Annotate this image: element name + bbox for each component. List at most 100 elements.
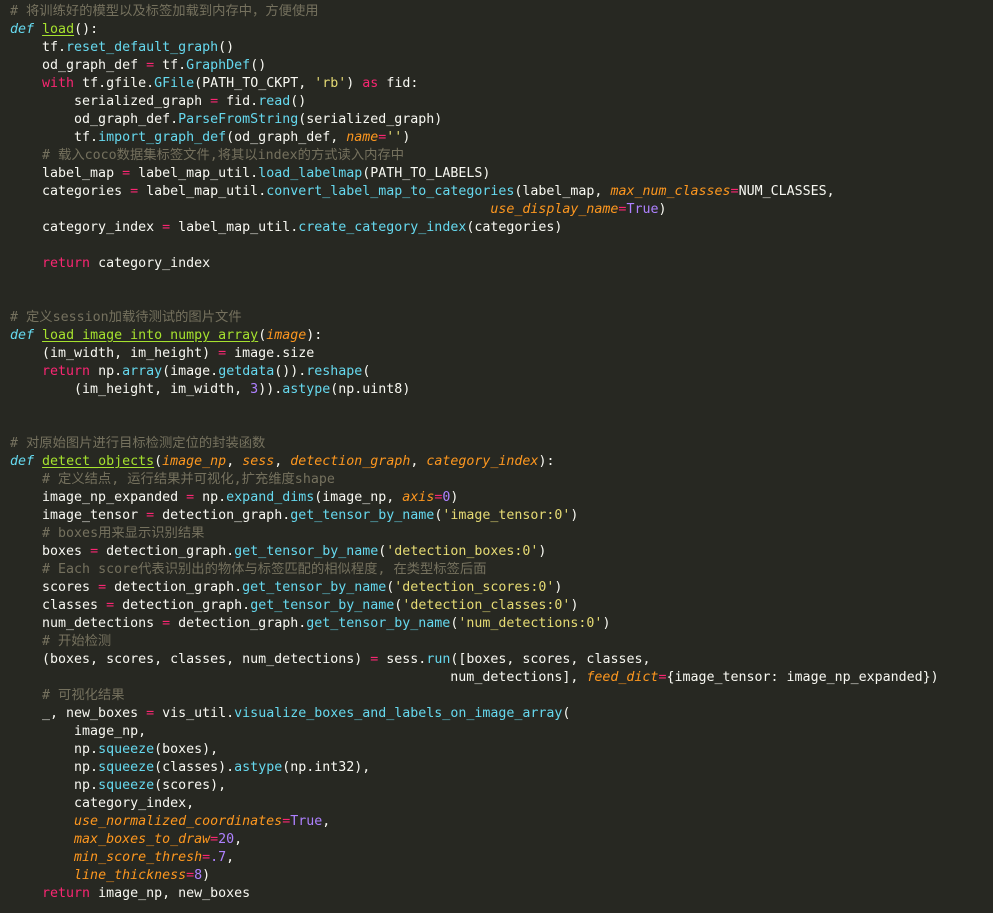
code-line[interactable]: num_detections], feed_dict={image_tensor… [10,669,993,687]
code-string: 'num_detections:0' [458,616,603,631]
code-line[interactable]: def load_image_into_numpy_array(image): [10,327,993,345]
code-line[interactable]: # 定义结点, 运行结果并可视化,扩充维度shape [10,471,993,489]
code-comment: # 定义session加载待测试的图片文件 [10,310,242,325]
code-area[interactable]: # 将训练好的模型以及标签加载到内存中，方便使用 def load(): tf.r… [10,3,993,903]
code-line[interactable] [10,291,993,309]
code-line[interactable]: _, new_boxes = vis_util.visualize_boxes_… [10,705,993,723]
code-method: load_labelmap [258,166,363,181]
code-method: run [426,652,451,667]
code-keyword: = [162,220,171,235]
code-line[interactable]: with tf.gfile.GFile(PATH_TO_CKPT, 'rb') … [10,75,993,93]
code-line[interactable] [10,273,993,291]
code-line[interactable]: # boxes用来显示识别结果 [10,525,993,543]
code-line[interactable]: return np.array(image.getdata()).reshape… [10,363,993,381]
code-text: od_graph_def. [10,112,179,127]
code-keyword: = [730,184,739,199]
code-line[interactable]: image_np_expanded = np.expand_dims(image… [10,489,993,507]
code-line[interactable]: # 将训练好的模型以及标签加载到内存中，方便使用 [10,3,993,21]
code-comment: # 可视化结果 [42,688,125,703]
code-line[interactable]: classes = detection_graph.get_tensor_by_… [10,597,993,615]
code-line[interactable]: (im_height, im_width, 3)).astype(np.uint… [10,381,993,399]
code-method: getdata [218,364,275,379]
code-keyword: = [210,832,219,847]
code-keyword: as [362,76,379,91]
code-line[interactable]: # 对原始图片进行目标检测定位的封装函数 [10,435,993,453]
code-parameter: image_np [162,454,227,469]
code-comment: # 对原始图片进行目标检测定位的封装函数 [10,436,266,451]
code-line[interactable]: boxes = detection_graph.get_tensor_by_na… [10,543,993,561]
code-keyword: = [122,166,131,181]
code-line[interactable]: tf.import_graph_def(od_graph_def, name='… [10,129,993,147]
code-line[interactable]: def load(): [10,21,993,39]
code-line[interactable]: # 开始检测 [10,633,993,651]
code-line[interactable]: use_display_name=True) [10,201,993,219]
code-text: , [226,454,243,469]
code-text: (scores), [154,778,227,793]
code-editor[interactable]: # 将训练好的模型以及标签加载到内存中，方便使用 def load(): tf.r… [0,0,993,913]
code-line[interactable]: return image_np, new_boxes [10,885,993,903]
code-line[interactable]: # 定义session加载待测试的图片文件 [10,309,993,327]
code-line[interactable]: scores = detection_graph.get_tensor_by_n… [10,579,993,597]
code-line[interactable]: num_detections = detection_graph.get_ten… [10,615,993,633]
code-text: np. [10,778,99,793]
code-method: GraphDef [186,58,251,73]
code-comment: # 定义结点, 运行结果并可视化,扩充维度shape [42,472,335,487]
code-line[interactable]: # 载入coco数据集标签文件,将其以index的方式读入内存中 [10,147,993,165]
code-keyword: = [210,94,219,109]
code-line[interactable] [10,237,993,255]
code-line[interactable]: tf.reset_default_graph() [10,39,993,57]
code-line[interactable]: category_index = label_map_util.create_c… [10,219,993,237]
code-line[interactable]: image_np, [10,723,993,741]
code-line[interactable]: np.squeeze(classes).astype(np.int32), [10,759,993,777]
code-line[interactable]: serialized_graph = fid.read() [10,93,993,111]
code-text: image_np, [10,724,147,739]
code-line[interactable]: line_thickness=8) [10,867,993,885]
code-text: {image_tensor: image_np_expanded}) [666,670,939,685]
code-line[interactable] [10,417,993,435]
code-text: detection_graph. [170,616,307,631]
code-text: classes [10,598,107,613]
code-def-keyword: def [10,454,35,469]
code-line[interactable]: od_graph_def = tf.GraphDef() [10,57,993,75]
code-line[interactable]: def detect_objects(image_np, sess, detec… [10,453,993,471]
code-keyword: = [186,490,195,505]
code-line[interactable]: (boxes, scores, classes, num_detections)… [10,651,993,669]
code-comment: # 将训练好的模型以及标签加载到内存中，方便使用 [10,4,319,19]
code-line[interactable]: category_index, [10,795,993,813]
code-string: 'detection_scores:0' [394,580,555,595]
code-keyword: = [130,184,139,199]
code-parameter: max_boxes_to_draw [74,832,211,847]
code-keyword: = [90,544,99,559]
code-method: GFile [154,76,195,91]
code-line[interactable]: # 可视化结果 [10,687,993,705]
code-line[interactable]: image_tensor = detection_graph.get_tenso… [10,507,993,525]
code-method: expand_dims [226,490,315,505]
code-text: (np.uint8) [330,382,411,397]
code-line[interactable]: max_boxes_to_draw=20, [10,831,993,849]
code-line[interactable]: (im_width, im_height) = image.size [10,345,993,363]
code-comment: # boxes用来显示识别结果 [42,526,205,541]
code-text: detection_graph. [98,544,235,559]
code-line[interactable]: label_map = label_map_util.load_labelmap… [10,165,993,183]
code-line[interactable] [10,399,993,417]
code-line[interactable]: return category_index [10,255,993,273]
code-line[interactable]: use_normalized_coordinates=True, [10,813,993,831]
code-line[interactable]: categories = label_map_util.convert_labe… [10,183,993,201]
code-string: 'detection_classes:0' [402,598,571,613]
code-keyword: = [186,868,195,883]
code-text: _, new_boxes [10,706,147,721]
code-comment: # 开始检测 [42,634,112,649]
code-line[interactable]: min_score_thresh=.7, [10,849,993,867]
code-line[interactable]: np.squeeze(scores), [10,777,993,795]
code-method: ParseFromString [178,112,299,127]
code-text: ) [658,202,667,217]
code-line[interactable]: # Each score代表识别出的物体与标签匹配的相似程度, 在类型标签后面 [10,561,993,579]
code-text: ) [570,508,579,523]
code-line[interactable]: od_graph_def.ParseFromString(serialized_… [10,111,993,129]
code-line[interactable]: np.squeeze(boxes), [10,741,993,759]
